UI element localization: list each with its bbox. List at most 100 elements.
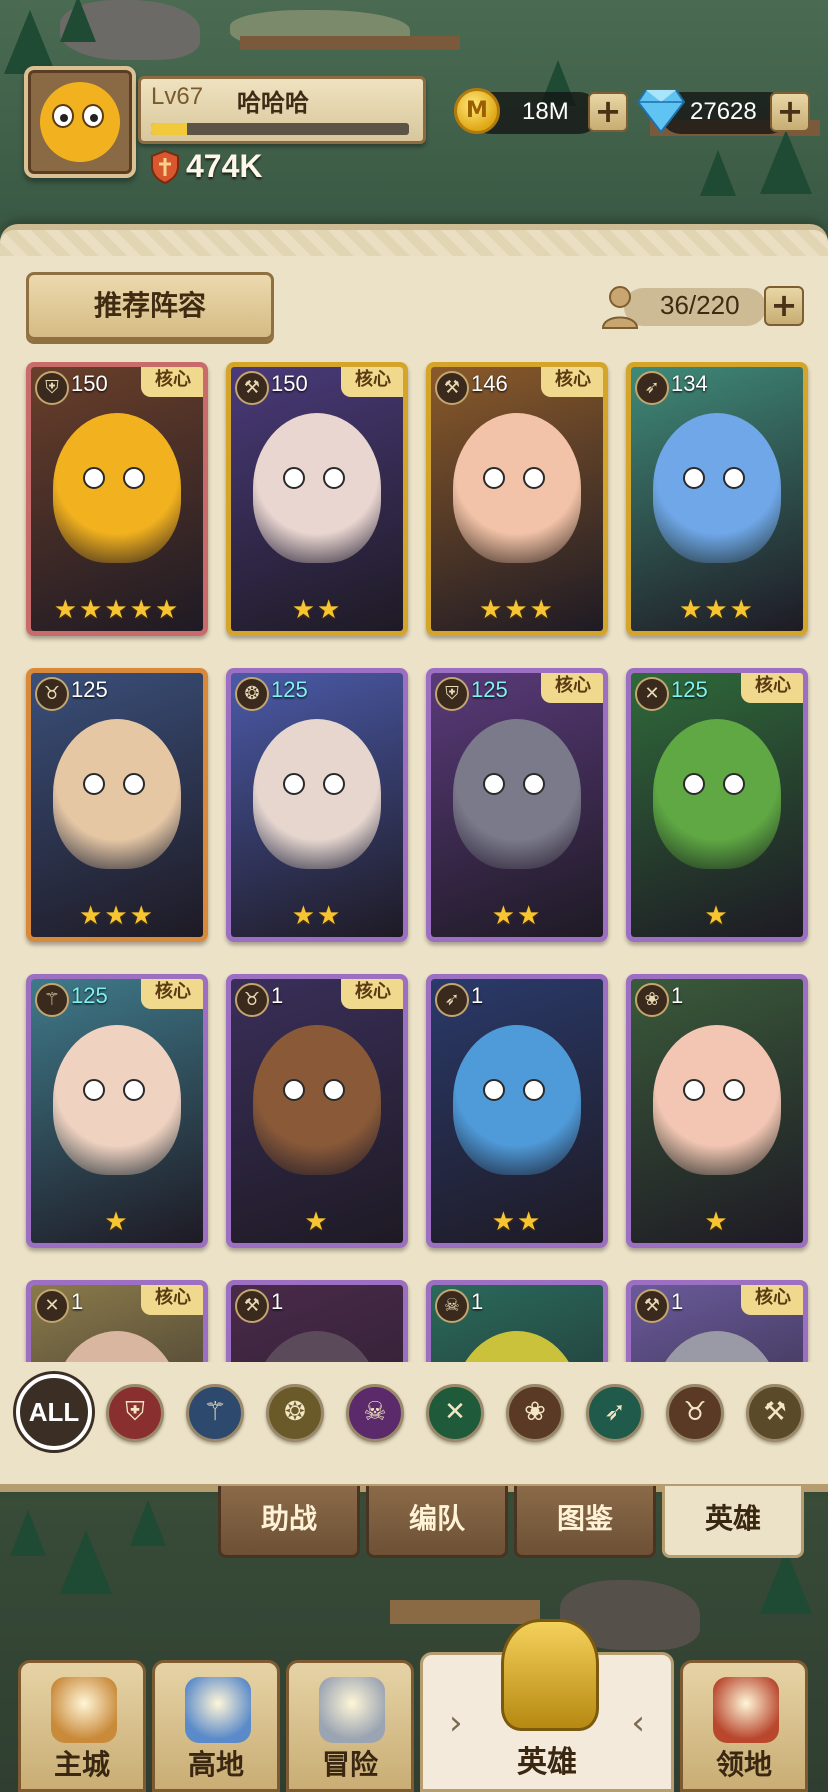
- top-hud: Lv67 哈哈哈 474K 18M M + 27628 +: [0, 0, 828, 200]
- hero-level: 1: [471, 983, 484, 1008]
- core-tag: 核心: [341, 979, 403, 1009]
- highland-icon: [185, 1677, 251, 1743]
- filter-hammer-icon[interactable]: ⚒: [746, 1384, 804, 1442]
- combat-power-value: 474K: [186, 148, 263, 184]
- hero-level: 1: [671, 1289, 684, 1314]
- class-filter-bar: ALL ⛨ ⚚ ❂ ☠ ✕ ❀ ➶ ♉ ⚒: [0, 1370, 828, 1470]
- filter-all-button[interactable]: ALL: [16, 1374, 92, 1450]
- subtab-2[interactable]: 图鉴: [514, 1486, 656, 1558]
- filter-skull-icon[interactable]: ☠: [346, 1384, 404, 1442]
- hammer-icon: ⚒: [635, 1289, 669, 1323]
- filter-staff-icon[interactable]: ⚚: [186, 1384, 244, 1442]
- hero-card[interactable]: ➶ 134 ★★★: [626, 362, 808, 636]
- hero-level: 150: [71, 371, 108, 396]
- hero-card[interactable]: ⛨ 150 核心 ★★★★★: [26, 362, 208, 636]
- hero-card[interactable]: ⚒ 1 核心: [626, 1280, 808, 1362]
- hero-card[interactable]: ♉ 1 核心 ★: [226, 974, 408, 1248]
- expand-capacity-button[interactable]: +: [764, 286, 804, 326]
- hero-level: 1: [471, 1289, 484, 1314]
- banner-icon: [713, 1677, 779, 1743]
- bow-icon: ➶: [435, 983, 469, 1017]
- nav-label: 英雄: [517, 1745, 577, 1780]
- hero-card[interactable]: ❀ 1 ★: [626, 974, 808, 1248]
- filter-phoenix-icon[interactable]: ❂: [266, 1384, 324, 1442]
- hero-card[interactable]: ⚒ 150 核心 ★★: [226, 362, 408, 636]
- hero-card[interactable]: ➶ 1 ★★: [426, 974, 608, 1248]
- hero-stars: ★: [704, 1207, 730, 1237]
- hero-level: 1: [271, 983, 284, 1008]
- avatar-portrait: [40, 82, 120, 162]
- subtab-1[interactable]: 编队: [366, 1486, 508, 1558]
- hero-list-panel: 推荐阵容 36/220 + ⛨ 150 核心 ★★★★★ ⚒ 150 核心 ★★ ⚒ 146 核心 ★…: [0, 224, 828, 1492]
- combat-power-icon: [151, 150, 179, 184]
- nav-button-hero-helmet[interactable]: › ‹ 英雄: [420, 1619, 674, 1792]
- nav-button-crossed-swords[interactable]: 冒险: [286, 1660, 414, 1792]
- gold-value: 18M: [522, 98, 569, 125]
- hammer-icon: ⚒: [235, 371, 269, 405]
- player-name: 哈哈哈: [237, 89, 309, 117]
- shield-icon: ⛨: [35, 371, 69, 405]
- xp-bar: [151, 123, 409, 135]
- staff-icon: ⚚: [35, 983, 69, 1017]
- hero-level: 134: [671, 371, 708, 396]
- subtab-3[interactable]: 英雄: [662, 1486, 804, 1558]
- core-tag: 核心: [541, 367, 603, 397]
- hero-card[interactable]: ⛨ 125 核心 ★★: [426, 668, 608, 942]
- subtab-0[interactable]: 助战: [218, 1486, 360, 1558]
- hammer-icon: ⚒: [435, 371, 469, 405]
- filter-horned-skull-icon[interactable]: ♉: [666, 1384, 724, 1442]
- filter-bow-icon[interactable]: ➶: [586, 1384, 644, 1442]
- hero-card[interactable]: ❂ 125 ★★: [226, 668, 408, 942]
- gem-value: 27628: [690, 98, 757, 125]
- hero-stars: ★★: [291, 901, 343, 931]
- hero-level: 125: [71, 983, 108, 1008]
- daggers-icon: ✕: [35, 1289, 69, 1323]
- core-tag: 核心: [741, 1285, 803, 1315]
- player-info-panel[interactable]: Lv67 哈哈哈: [138, 76, 426, 144]
- hero-stars: ★: [704, 901, 730, 931]
- hero-stars: ★★★: [79, 901, 155, 931]
- hero-card[interactable]: ☠ 1: [426, 1280, 608, 1362]
- nav-button-highland[interactable]: 高地: [152, 1660, 280, 1792]
- hero-stars: ★★★: [679, 595, 755, 625]
- hero-stars: ★★★: [479, 595, 555, 625]
- filter-shield-icon[interactable]: ⛨: [106, 1384, 164, 1442]
- add-gems-button[interactable]: +: [770, 92, 810, 132]
- diamond-icon: [636, 89, 686, 134]
- hero-stars: ★★: [491, 901, 543, 931]
- filter-daggers-icon[interactable]: ✕: [426, 1384, 484, 1442]
- hero-subtabs: 助战 编队 图鉴 英雄: [218, 1486, 812, 1562]
- hero-capacity: 36/220 +: [600, 284, 806, 330]
- nav-button-banner[interactable]: 领地: [680, 1660, 808, 1792]
- hero-level: 125: [71, 677, 108, 702]
- recommended-lineup-button[interactable]: 推荐阵容: [26, 272, 274, 340]
- crossed-swords-icon: [319, 1677, 385, 1743]
- nav-label: 领地: [715, 1748, 772, 1781]
- add-gold-button[interactable]: +: [588, 92, 628, 132]
- horned-skull-icon: ♉: [235, 983, 269, 1017]
- nav-button-castle[interactable]: 主城: [18, 1660, 146, 1792]
- hero-grid: ⛨ 150 核心 ★★★★★ ⚒ 150 核心 ★★ ⚒ 146 核心 ★★★ ➶ 134 ★★★ ♉ 125 ★…: [0, 362, 828, 1362]
- phoenix-icon: ❂: [235, 677, 269, 711]
- bow-icon: ➶: [635, 371, 669, 405]
- gold-coin-icon: M: [454, 88, 500, 134]
- filter-paw-icon[interactable]: ❀: [506, 1384, 564, 1442]
- hero-level: 125: [271, 677, 308, 702]
- hero-level: 1: [271, 1289, 284, 1314]
- hero-card[interactable]: ✕ 1 核心: [26, 1280, 208, 1362]
- hero-card[interactable]: ⚚ 125 核心 ★: [26, 974, 208, 1248]
- panel-header-pattern: [0, 230, 828, 256]
- nav-label: 冒险: [321, 1748, 378, 1781]
- hero-card[interactable]: ✕ 125 核心 ★: [626, 668, 808, 942]
- hero-card[interactable]: ⚒ 1: [226, 1280, 408, 1362]
- hero-stars: ★★: [291, 595, 343, 625]
- hero-level: 125: [671, 677, 708, 702]
- player-level: Lv67: [151, 83, 204, 110]
- hero-stars: ★: [304, 1207, 330, 1237]
- hero-helmet-icon: [501, 1619, 599, 1731]
- daggers-icon: ✕: [635, 677, 669, 711]
- player-avatar[interactable]: [24, 66, 136, 178]
- hero-card[interactable]: ⚒ 146 核心 ★★★: [426, 362, 608, 636]
- hero-capacity-count: 36/220: [660, 290, 740, 320]
- hero-card[interactable]: ♉ 125 ★★★: [26, 668, 208, 942]
